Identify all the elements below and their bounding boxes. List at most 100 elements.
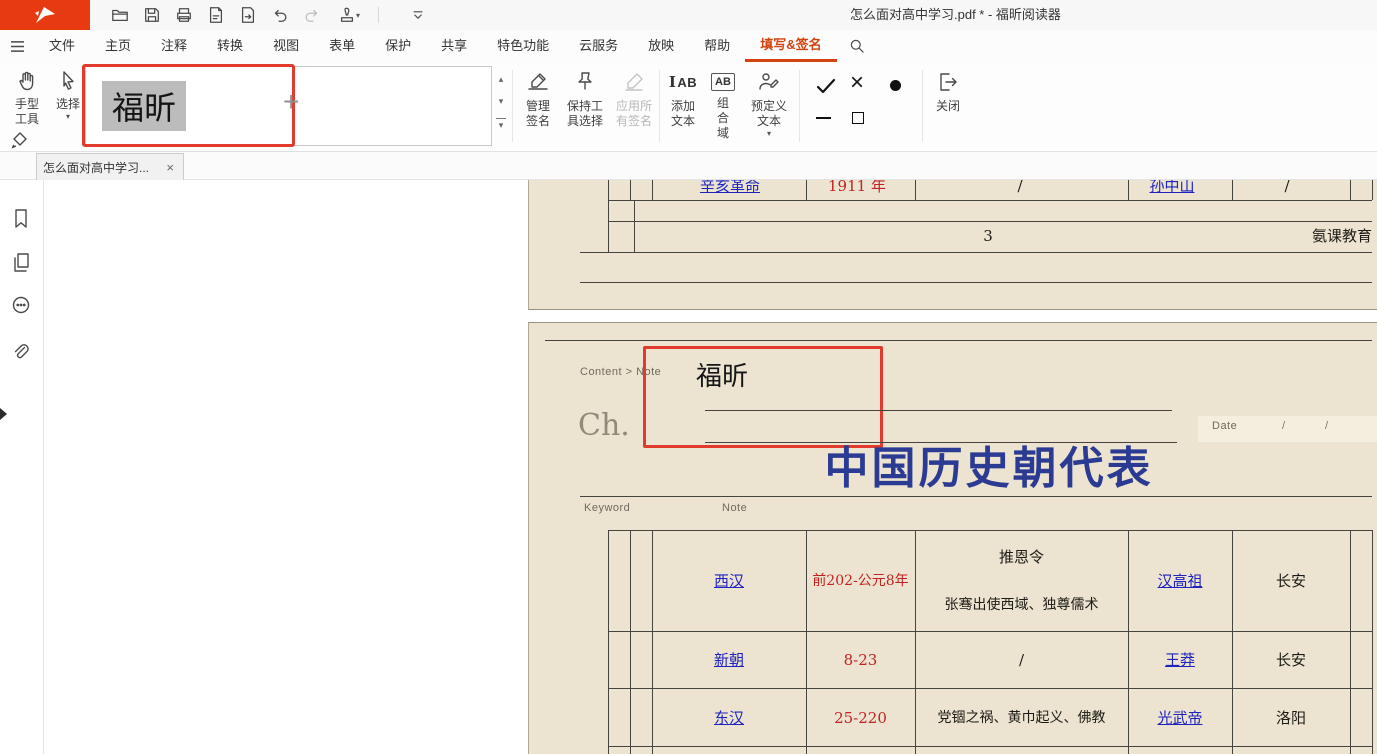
- add-text-button[interactable]: IAB 添加文本: [663, 70, 703, 129]
- apply-all-signatures-button[interactable]: 应用所有签名: [611, 70, 657, 129]
- export-pdf-button[interactable]: [203, 2, 229, 28]
- hand-tool-label: 手型工具: [14, 97, 40, 127]
- pages-panel-button[interactable]: [11, 252, 33, 274]
- square-stamp-button[interactable]: [852, 112, 864, 124]
- add-signature-button[interactable]: +: [283, 86, 299, 118]
- new-doc-button[interactable]: [235, 2, 261, 28]
- ribbon-separator: [799, 70, 800, 142]
- checkmark-stamp-button[interactable]: [814, 74, 838, 98]
- menu-file[interactable]: 文件: [34, 30, 90, 62]
- hand-tool-button[interactable]: 手型工具: [8, 70, 46, 127]
- signature-scroll-down[interactable]: ▾: [494, 96, 508, 106]
- rule-line: [705, 442, 1177, 443]
- stamp-tool-button[interactable]: ▾: [331, 2, 367, 28]
- cross-stamp-button[interactable]: ×: [850, 68, 864, 98]
- manage-signature-label: 管理签名: [524, 99, 552, 129]
- manage-signature-icon: [526, 70, 550, 94]
- predefined-text-button[interactable]: 预定义文本 ▾: [743, 70, 795, 138]
- menu-home[interactable]: 主页: [90, 30, 146, 62]
- bookmarks-panel-button[interactable]: [11, 208, 33, 230]
- apply-all-signatures-label: 应用所有签名: [612, 99, 656, 129]
- rule-line: [580, 252, 1372, 253]
- date-slash-2: /: [1325, 420, 1329, 432]
- panel-collapse-handle[interactable]: [0, 408, 7, 420]
- apply-signature-pen-icon: [622, 70, 646, 94]
- save-button[interactable]: [139, 2, 165, 28]
- comments-panel-button[interactable]: [11, 295, 33, 317]
- doc-link-dynasty[interactable]: 新朝: [652, 650, 806, 670]
- sign-shapes-group: ×: [806, 62, 918, 152]
- doc-link-dynasty[interactable]: 西汉: [652, 571, 806, 591]
- redo-button[interactable]: [299, 2, 325, 28]
- rule-line: [608, 221, 1372, 222]
- undo-button[interactable]: [267, 2, 293, 28]
- rule-line: [652, 180, 653, 200]
- select-tool-button[interactable]: 选择 ▾: [50, 70, 86, 121]
- doc-capital: 长安: [1232, 571, 1350, 591]
- doc-year-1911: 1911 年: [800, 180, 914, 196]
- footer-brand: 氨课教育: [1238, 226, 1372, 246]
- menu-convert[interactable]: 转换: [202, 30, 258, 62]
- combo-field-button[interactable]: AB 组合域: [705, 70, 741, 141]
- rule-line: [630, 180, 631, 200]
- print-button[interactable]: [171, 2, 197, 28]
- rule-line: [705, 410, 1172, 411]
- menu-view[interactable]: 视图: [258, 30, 314, 62]
- ribbon-separator: [922, 70, 923, 142]
- menu-fill-sign[interactable]: 填写&签名: [745, 30, 836, 62]
- customize-toolbar-button[interactable]: [405, 2, 431, 28]
- foxit-logo[interactable]: [0, 0, 90, 30]
- document-canvas[interactable]: 辛亥革命 1911 年 / 孙中山 / 3 氨课教育 Content > Not…: [44, 180, 1377, 754]
- date-slash-1: /: [1282, 420, 1286, 432]
- select-tool-label: 选择: [56, 97, 80, 112]
- save-icon: [143, 6, 161, 24]
- placed-signature-text[interactable]: 福昕: [696, 356, 748, 393]
- line-stamp-button[interactable]: [816, 117, 831, 119]
- quick-pencil-button[interactable]: [10, 130, 30, 150]
- keep-tool-selected-button[interactable]: 保持工具选择: [562, 70, 608, 129]
- tab-close-icon[interactable]: ×: [163, 160, 177, 175]
- date-label: Date: [1212, 420, 1237, 432]
- signature-scroll-up[interactable]: ▴: [494, 74, 508, 84]
- attachments-panel-button[interactable]: [11, 342, 33, 364]
- menu-cloud[interactable]: 云服务: [564, 30, 633, 62]
- dot-stamp-button[interactable]: [890, 80, 901, 91]
- doc-link-xinhai[interactable]: 辛亥革命: [670, 180, 790, 196]
- manage-signature-button[interactable]: 管理签名: [516, 70, 560, 129]
- paperclip-icon: [11, 342, 31, 364]
- doc-link-dynasty[interactable]: 东汉: [652, 708, 806, 728]
- rule-line: [545, 340, 1372, 341]
- tab-title: 怎么面对高中学习...: [43, 159, 163, 176]
- menu-help[interactable]: 帮助: [689, 30, 745, 62]
- ribbon-fill-sign: 手型工具 选择 ▾ 福昕 + ▴ ▾ ▾ 管理签名 保持工具选择: [0, 62, 1377, 152]
- rule-line: [608, 180, 609, 200]
- rule-line: [1372, 180, 1373, 200]
- sidebar: [0, 180, 44, 754]
- signature-more-button[interactable]: ▾: [494, 118, 508, 130]
- menu-comment[interactable]: 注释: [146, 30, 202, 62]
- document-tab[interactable]: 怎么面对高中学习... ×: [36, 153, 184, 180]
- menu-protect[interactable]: 保护: [370, 30, 426, 62]
- doc-link-sunzhongshan[interactable]: 孙中山: [1112, 180, 1232, 196]
- hamburger-menu-button[interactable]: [0, 30, 34, 62]
- menu-form[interactable]: 表单: [314, 30, 370, 62]
- rule-line: [915, 530, 916, 754]
- menu-present[interactable]: 放映: [633, 30, 689, 62]
- doc-link-person[interactable]: 汉高祖: [1128, 571, 1232, 591]
- signature-selection-highlight[interactable]: [82, 64, 295, 147]
- rule-line: [1232, 530, 1233, 754]
- doc-link-person[interactable]: 王莽: [1128, 650, 1232, 670]
- window-title: 怎么面对高中学习.pdf * - 福昕阅读器: [850, 0, 1061, 30]
- open-file-button[interactable]: [107, 2, 133, 28]
- doc-link-person[interactable]: 光武帝: [1128, 708, 1232, 728]
- rule-line: [608, 688, 1372, 689]
- ribbon-separator: [512, 70, 513, 142]
- close-fill-sign-button[interactable]: 关闭: [926, 70, 970, 114]
- menu-features[interactable]: 特色功能: [482, 30, 564, 62]
- doc-note-line: 推恩令: [915, 547, 1128, 567]
- menu-share[interactable]: 共享: [426, 30, 482, 62]
- keyword-label: Keyword: [584, 502, 630, 514]
- bookmark-icon: [11, 208, 31, 230]
- page-number: 3: [968, 226, 1008, 246]
- search-button[interactable]: [837, 30, 877, 62]
